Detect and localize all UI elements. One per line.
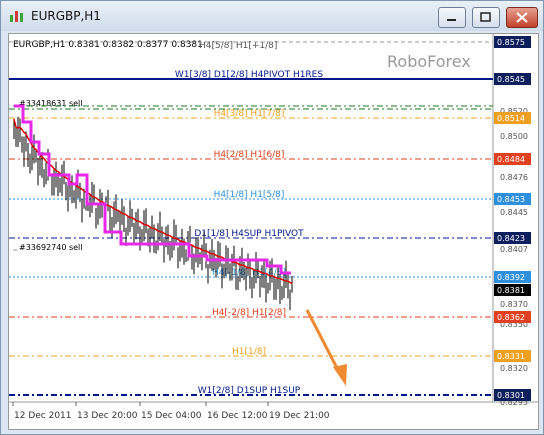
close-button[interactable] bbox=[506, 7, 538, 28]
time-axis-label: 16 Dec 12:00 bbox=[207, 411, 268, 421]
order-label: #33418631 sell bbox=[19, 99, 83, 108]
axis-price-label: 0.8407 bbox=[500, 245, 528, 254]
restore-button[interactable] bbox=[472, 7, 500, 28]
window-title: EURGBP,H1 bbox=[31, 9, 101, 23]
watermark-logo: RoboForex bbox=[387, 52, 471, 71]
level-label: H4[1/8] H1[5/8] bbox=[214, 190, 285, 200]
forecast-arrow-line bbox=[305, 309, 341, 373]
minimize-icon bbox=[447, 19, 456, 21]
axis-price-label: 0.8370 bbox=[500, 300, 528, 309]
level-label: H4[-2/8] H1[2/8] bbox=[212, 308, 286, 318]
price-tag-value: 0.8392 bbox=[497, 273, 525, 282]
price-tag-value: 0.8453 bbox=[497, 195, 525, 204]
title-bar[interactable]: EURGBP,H1 bbox=[1, 1, 543, 31]
close-icon bbox=[516, 12, 528, 23]
price-tag-value: 0.8331 bbox=[497, 352, 525, 361]
level-label: D1[1/8] H4SUP H1PIVOT bbox=[194, 229, 304, 239]
level-label: H1[1/8] bbox=[232, 347, 266, 357]
minimize-button[interactable] bbox=[438, 7, 466, 28]
price-tag-value: 0.8514 bbox=[497, 114, 525, 123]
forecast-arrow-head bbox=[333, 364, 347, 386]
price-tag-value: 0.8423 bbox=[497, 234, 525, 243]
axis-price-label: 0.8445 bbox=[500, 208, 528, 217]
time-axis-label: 12 Dec 2011 bbox=[14, 411, 72, 421]
restore-icon bbox=[480, 12, 491, 22]
axis-price-label: 0.8500 bbox=[500, 132, 528, 141]
time-axis-label: 19 Dec 21:00 bbox=[269, 411, 330, 421]
price-tag-value: 0.8381 bbox=[497, 286, 525, 295]
price-tag-value: 0.8545 bbox=[497, 75, 525, 84]
price-bars-group bbox=[13, 116, 293, 311]
level-label: H4[2/8] H1[6/8] bbox=[214, 150, 285, 160]
top-level-label: H4[5/8] H1[+1/8] bbox=[199, 41, 277, 51]
axis-price-label: 0.8476 bbox=[500, 173, 528, 182]
time-axis-label: 15 Dec 04:00 bbox=[141, 411, 202, 421]
chart-canvas[interactable]: EURGBP,H1 0.8381 0.8382 0.8377 0.8381H4[… bbox=[9, 34, 538, 429]
time-axis-label: 13 Dec 20:00 bbox=[77, 411, 138, 421]
order-label: #33692740 sell bbox=[19, 243, 83, 252]
price-tag-value: 0.8362 bbox=[497, 313, 525, 322]
level-label: W1[2/8] D1SUP H1SUP bbox=[198, 386, 301, 396]
axis-price-label: 0.8320 bbox=[500, 364, 528, 373]
price-tag-value: 0.8575 bbox=[497, 38, 525, 47]
level-label: W1[3/8] D1[2/8] H4PIVOT H1RES bbox=[175, 70, 323, 80]
chart-window: EURGBP,H1 EURGBP,H1 0.8381 0.8382 0.8377… bbox=[0, 0, 544, 435]
price-tag-value: 0.8484 bbox=[497, 155, 525, 164]
price-tag-value: 0.8301 bbox=[497, 391, 525, 400]
price-chart[interactable]: EURGBP,H1 0.8381 0.8382 0.8377 0.8381 H4[… bbox=[8, 33, 539, 430]
chart-icon bbox=[10, 11, 23, 22]
level-label: H4[3/8] H1[7/8] bbox=[214, 109, 285, 119]
